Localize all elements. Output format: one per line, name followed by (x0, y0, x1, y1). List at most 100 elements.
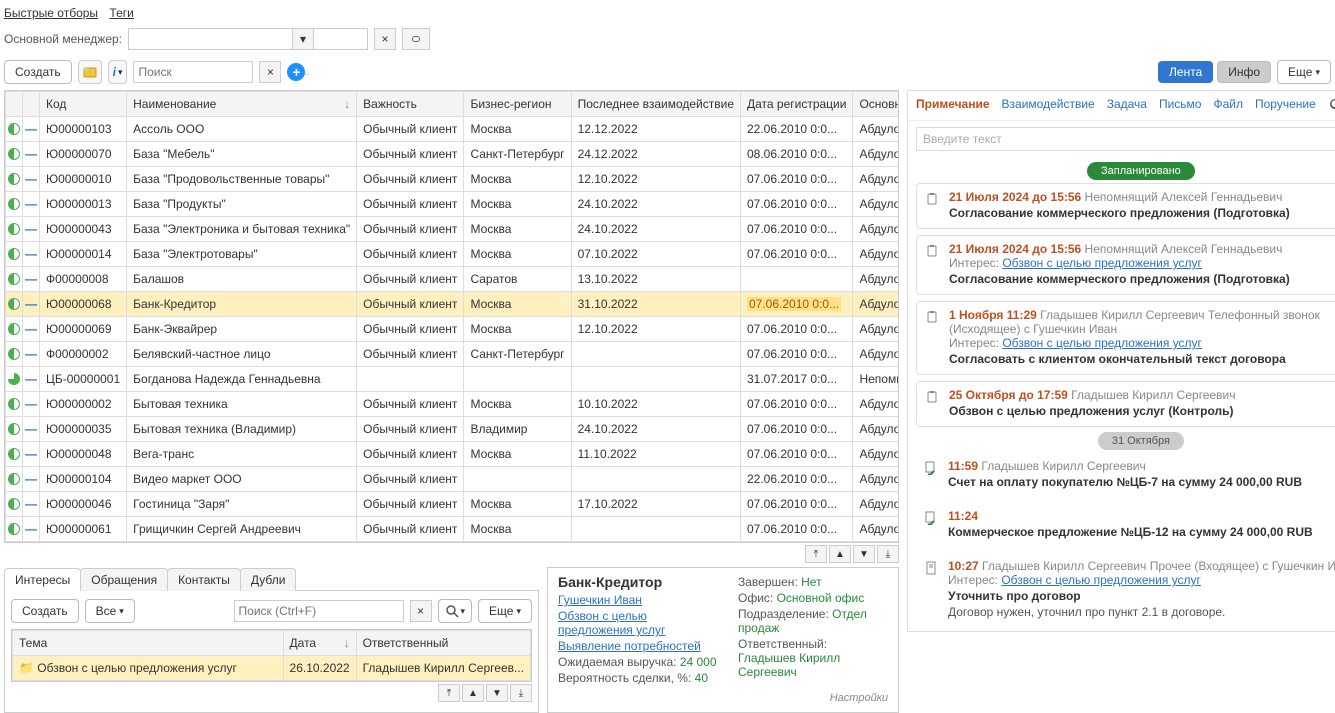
col-reg-date[interactable]: Дата регистрации (741, 92, 853, 117)
int-nav-down[interactable]: ▼ (486, 684, 508, 702)
detail-interest-link[interactable]: Обзвон с целью предложения услуг (558, 608, 718, 638)
interest-create-button[interactable]: Создать (11, 599, 79, 623)
table-row[interactable]: — Ю00000061Грищичкин Сергей АндреевичОбы… (6, 517, 900, 542)
tab-lenta[interactable]: Лента (1158, 61, 1213, 83)
table-row[interactable]: — Ю00000002Бытовая техникаОбычный клиент… (6, 392, 900, 417)
col-importance[interactable]: Важность (357, 92, 464, 117)
int-nav-first[interactable]: ⤒ (438, 684, 460, 702)
feed-card[interactable]: ••• 11:24 Коммерческое предложение №ЦБ-1… (916, 503, 1335, 547)
main-manager-clear[interactable]: × (374, 28, 396, 50)
minus-icon: — (25, 422, 37, 436)
main-manager-input[interactable] (129, 30, 292, 48)
interest-search-input[interactable] (235, 602, 398, 620)
nav-down[interactable]: ▼ (853, 545, 875, 563)
col-region[interactable]: Бизнес-регион (464, 92, 571, 117)
table-row[interactable]: — Ю00000046Гостиница "Заря"Обычный клиен… (6, 492, 900, 517)
table-row[interactable]: — Ю00000014База "Электротовары"Обычный к… (6, 242, 900, 267)
table-row[interactable]: — Ю00000070База "Мебель"Обычный клиентСа… (6, 142, 900, 167)
table-row[interactable]: — Ю00000010База "Продовольственные товар… (6, 167, 900, 192)
feed-tab-order[interactable]: Поручение (1255, 97, 1316, 114)
feed-tab-file[interactable]: Файл (1213, 97, 1243, 114)
detail-stage-link[interactable]: Выявление потребностей (558, 638, 701, 654)
table-row[interactable]: — Ю00000103Ассоль ООООбычный клиентМоскв… (6, 117, 900, 142)
table-row[interactable]: — Ю00000043База "Электроника и бытовая т… (6, 217, 900, 242)
feed-tab-mail[interactable]: Письмо (1159, 97, 1202, 114)
nav-first[interactable]: ⤒ (805, 545, 827, 563)
office-value[interactable]: Основной офис (777, 591, 865, 605)
int-nav-up[interactable]: ▲ (462, 684, 484, 702)
info-button[interactable]: i ▾ (108, 60, 128, 84)
main-manager-open[interactable] (402, 28, 430, 50)
col-status2[interactable] (23, 92, 40, 117)
table-row[interactable]: — Ф00000008БалашовОбычный клиентСаратов1… (6, 267, 900, 292)
col-manager[interactable]: Основной менеджер (853, 92, 899, 117)
feed-interest-link[interactable]: Обзвон с целью предложения услуг (1002, 256, 1202, 270)
tab-info[interactable]: Инфо (1217, 61, 1271, 83)
toolbar-search-clear[interactable]: × (259, 61, 281, 83)
more-button[interactable]: Еще ▾ (1277, 60, 1331, 84)
folder-plan-button[interactable] (78, 60, 102, 84)
col-status1[interactable] (6, 92, 23, 117)
resp-value[interactable]: Гладышев Кирилл Сергеевич (738, 651, 840, 679)
interest-search-button[interactable]: ▾ (438, 599, 473, 623)
table-row[interactable]: — ЦБ-00000001Богданова Надежда Геннадьев… (6, 367, 900, 392)
col-code[interactable]: Код (40, 92, 127, 117)
rev-label: Ожидаемая выручка: (558, 655, 676, 669)
table-row[interactable]: — Ю00000048Вега-трансОбычный клиентМоскв… (6, 442, 900, 467)
doc-check-icon (922, 509, 940, 527)
feed-card[interactable]: ••• 21 Июля 2024 до 15:56 Непомнящий Але… (916, 235, 1335, 295)
create-button[interactable]: Создать (4, 60, 72, 84)
feed-interest-link[interactable]: Обзвон с целью предложения услуг (1001, 573, 1201, 587)
tab-interests[interactable]: Интересы (4, 568, 81, 591)
interest-search-clear[interactable]: × (410, 600, 432, 622)
nav-last[interactable]: ⤓ (877, 545, 899, 563)
interest-more-button[interactable]: Еще ▾ (478, 599, 532, 623)
feed-refresh-button[interactable] (1328, 97, 1335, 114)
tab-dupes[interactable]: Дубли (240, 568, 297, 591)
done-value[interactable]: Нет (801, 575, 821, 589)
table-row[interactable]: — Ю00000013База "Продукты"Обычный клиент… (6, 192, 900, 217)
clipboard-icon (923, 308, 941, 326)
rev-value[interactable]: 24 000 (680, 655, 717, 669)
feed-text-input[interactable]: Введите текст (916, 127, 1335, 151)
interest-all-dropdown[interactable]: Все ▾ (85, 599, 135, 623)
table-row[interactable]: — Ю00000035Бытовая техника (Владимир)Обы… (6, 417, 900, 442)
table-row[interactable]: — Ю00000104Видео маркет ООООбычный клиен… (6, 467, 900, 492)
table-row[interactable]: — Ю00000069Банк-ЭквайрерОбычный клиентМо… (6, 317, 900, 342)
feed-card-title: Уточнить про договор (948, 587, 1335, 603)
list-item[interactable]: 📁 Обзвон с целью предложения услуг26.10.… (13, 656, 531, 681)
main-manager-dropdown[interactable]: ▾ (292, 28, 314, 50)
prob-value[interactable]: 40 (695, 671, 708, 685)
tags-link[interactable]: Теги (109, 6, 133, 20)
feed-tab-note[interactable]: Примечание (916, 97, 990, 114)
feed-tab-interact[interactable]: Взаимодействие (1002, 97, 1095, 114)
status-pie-icon (8, 423, 20, 435)
tab-appeals[interactable]: Обращения (80, 568, 168, 591)
int-col-resp[interactable]: Ответственный (356, 631, 530, 656)
tab-contacts[interactable]: Контакты (167, 568, 241, 591)
feed-card[interactable]: ••• 1 Ноября 11:29 Гладышев Кирилл Серге… (916, 301, 1335, 375)
settings-link[interactable]: Настройки (558, 686, 888, 704)
status-pie-icon (8, 273, 20, 285)
table-row[interactable]: — Ю00000068Банк-КредиторОбычный клиентМо… (6, 292, 900, 317)
feed-card[interactable]: ••• 25 Октября до 17:59 Гладышев Кирилл … (916, 381, 1335, 427)
status-pie-icon (8, 323, 20, 335)
col-name[interactable]: Наименование ↓ (127, 92, 357, 117)
table-row[interactable]: — Ф00000002Белявский-частное лицоОбычный… (6, 342, 900, 367)
feed-interest-link[interactable]: Обзвон с целью предложения услуг (1002, 336, 1202, 350)
col-last-interaction[interactable]: Последнее взаимодействие (571, 92, 740, 117)
int-col-subject[interactable]: Тема (13, 631, 284, 656)
feed-card[interactable]: ••• 21 Июля 2024 до 15:56 Непомнящий Але… (916, 183, 1335, 229)
nav-up[interactable]: ▲ (829, 545, 851, 563)
resp-label: Ответственный: (738, 637, 827, 651)
separator-date: 31 Октября (1098, 432, 1184, 450)
int-col-date[interactable]: Дата ↓ (283, 631, 356, 656)
quick-filters-link[interactable]: Быстрые отборы (4, 6, 98, 20)
int-nav-last[interactable]: ⤓ (510, 684, 532, 702)
feed-card[interactable]: ••• 10:27 Гладышев Кирилл Сергеевич Проч… (916, 553, 1335, 627)
detail-contact-link[interactable]: Гушечкин Иван (558, 592, 642, 608)
add-filter-button[interactable]: + (287, 63, 305, 81)
feed-tab-task[interactable]: Задача (1107, 97, 1147, 114)
feed-card-title: Согласовать с клиентом окончательный тек… (949, 350, 1335, 366)
feed-card[interactable]: ••• 11:59 Гладышев Кирилл Сергеевич Счет… (916, 453, 1335, 497)
